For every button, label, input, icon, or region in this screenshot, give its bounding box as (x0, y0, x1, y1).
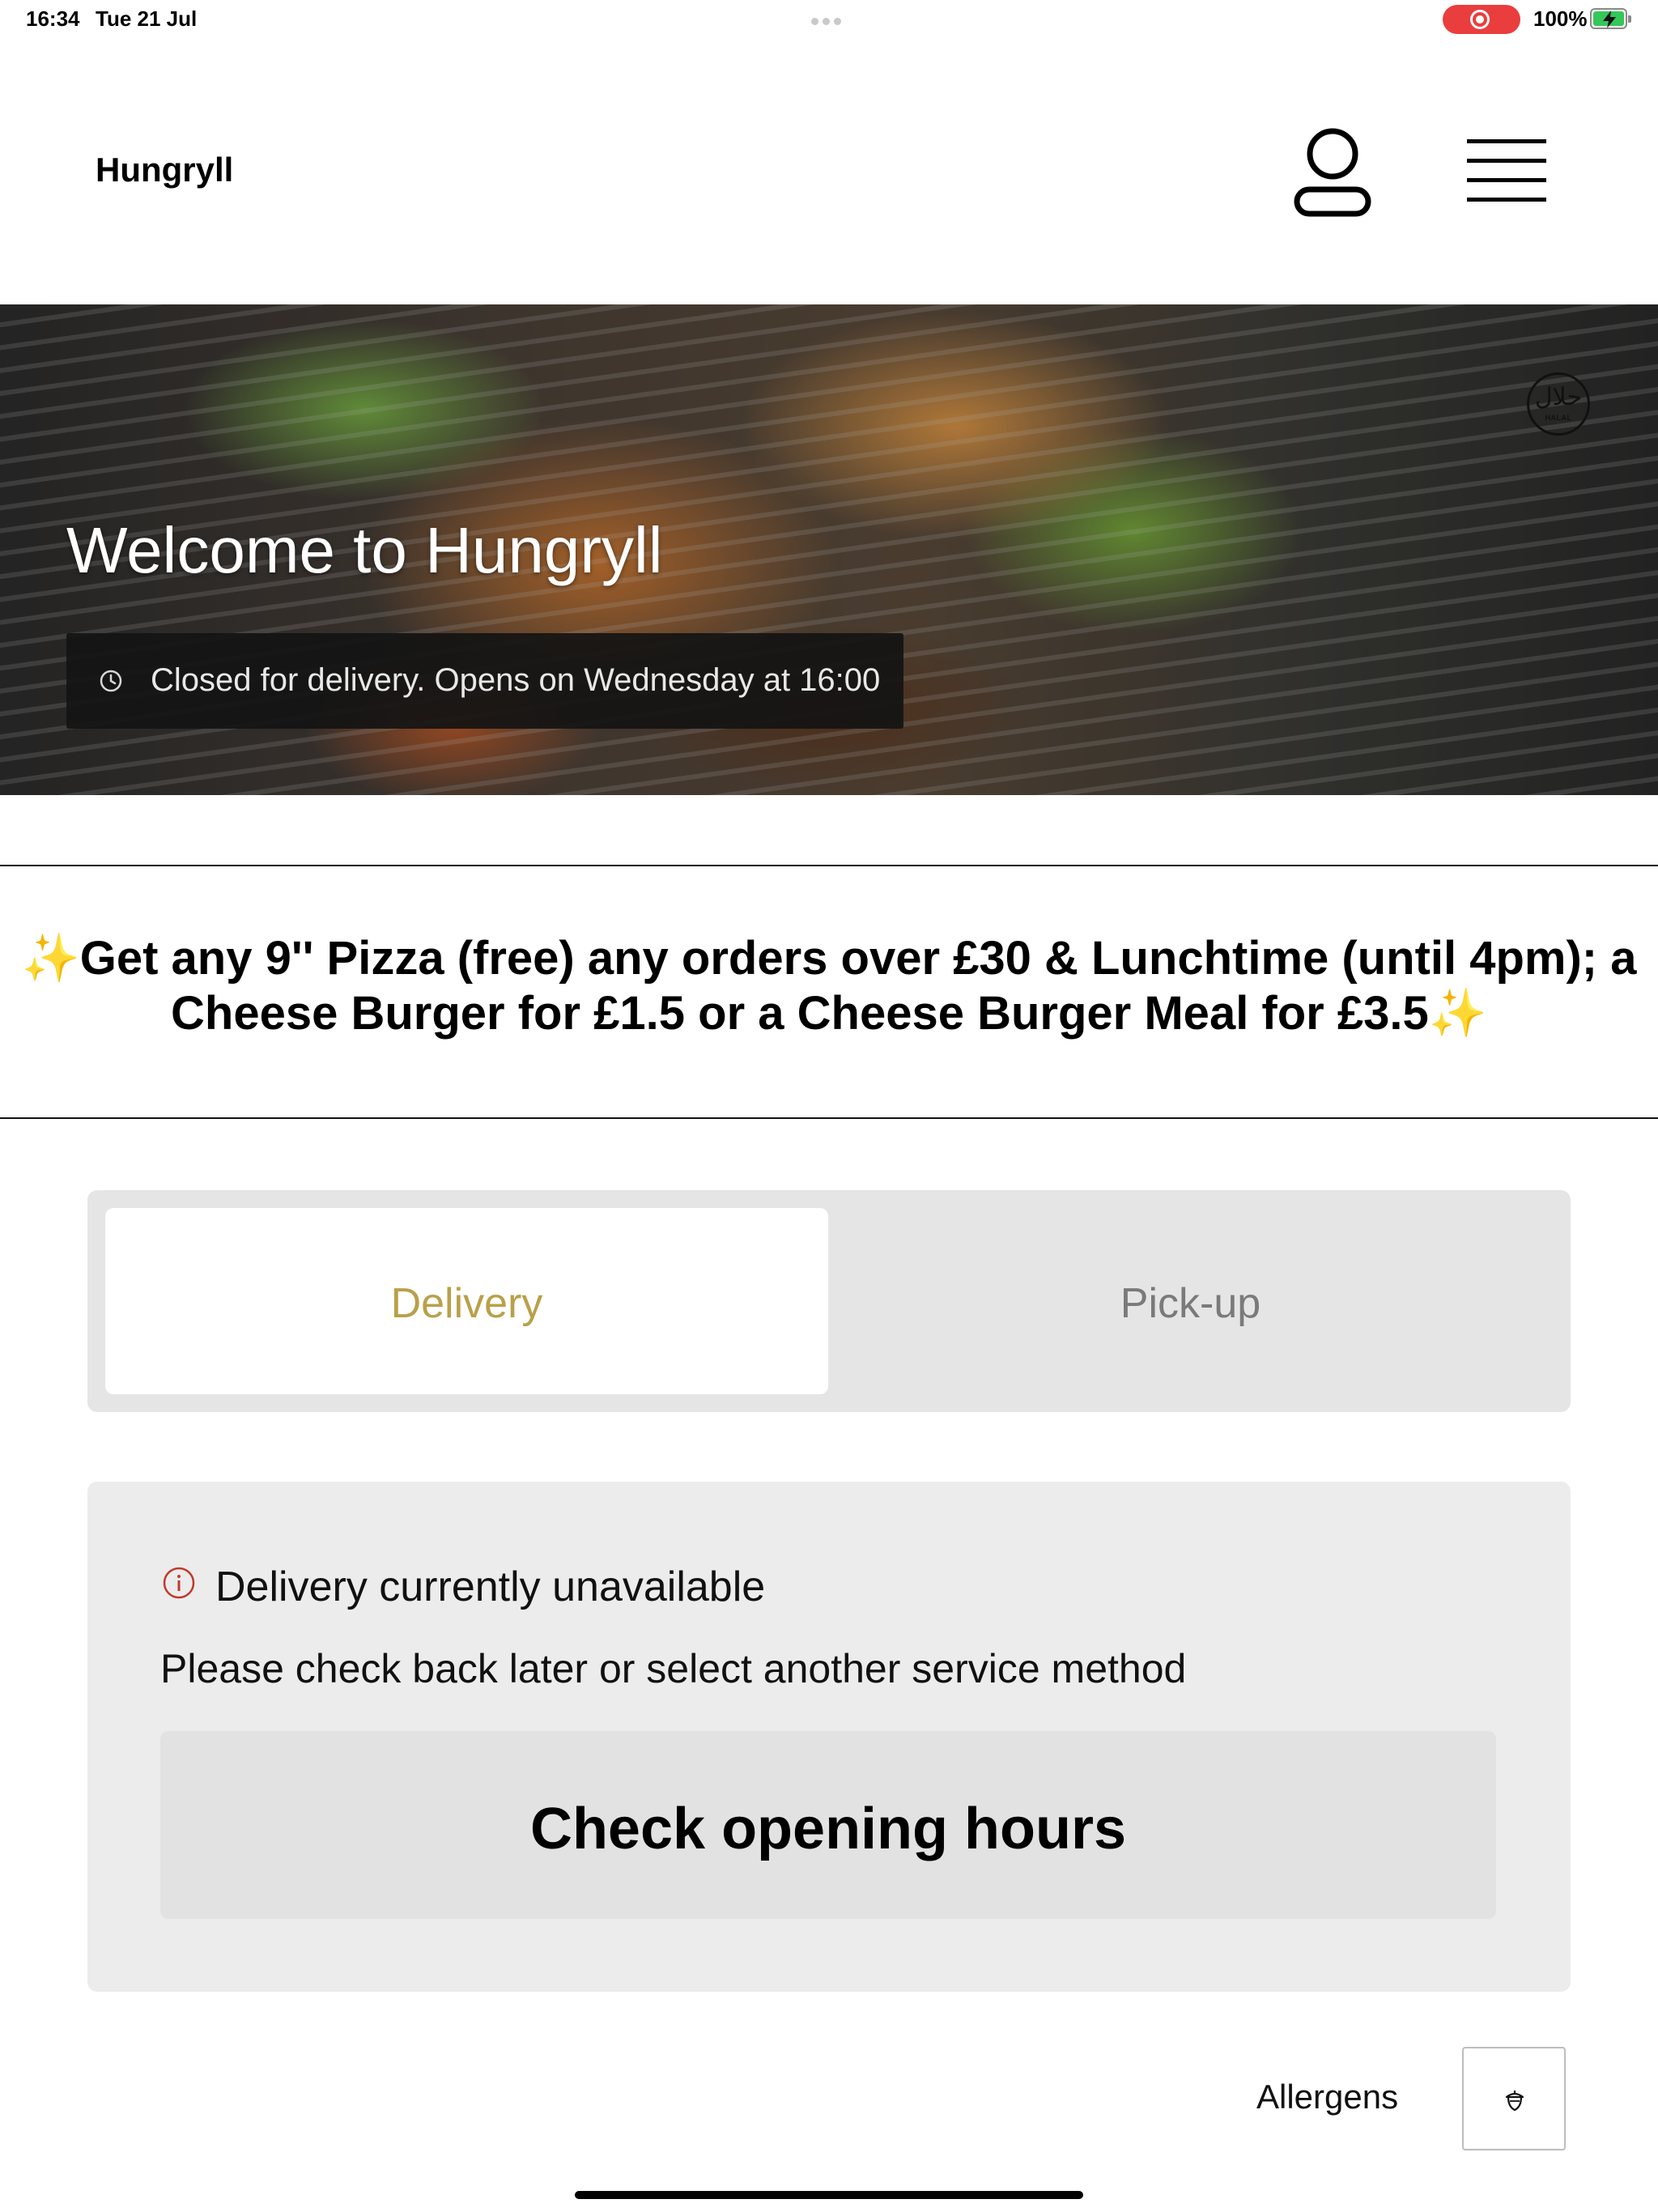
brand-name[interactable]: Hungryll (96, 151, 233, 189)
info-icon (163, 1567, 195, 1599)
halal-badge-icon: حلال HALAL (1527, 372, 1590, 436)
promo-banner: ✨Get any 9'' Pizza (free) any orders ove… (0, 931, 1658, 1041)
divider (0, 1117, 1658, 1119)
check-opening-hours-button[interactable]: Check opening hours (160, 1731, 1496, 1919)
tab-pickup[interactable]: Pick-up (828, 1208, 1553, 1394)
promo-line-1: ✨Get any 9'' Pizza (free) any orders ove… (21, 932, 1637, 985)
battery-percent: 100% (1533, 6, 1588, 31)
notice-message: Please check back later or select anothe… (160, 1646, 1187, 1691)
delivery-status-text: Closed for delivery. Opens on Wednesday … (151, 662, 881, 698)
status-bar: 16:34 Tue 21 Jul 100% (0, 0, 1658, 39)
person-icon (1294, 128, 1371, 217)
clock-icon (100, 670, 122, 692)
charging-bolt-icon (1603, 11, 1616, 28)
allergens-button[interactable] (1462, 2047, 1566, 2150)
divider (0, 865, 1658, 866)
tab-pickup-label: Pick-up (1120, 1280, 1261, 1327)
delivery-status-banner: Closed for delivery. Opens on Wednesday … (66, 633, 903, 729)
acorn-icon (1505, 2091, 1524, 2112)
hamburger-menu-icon (1467, 139, 1546, 202)
notice-heading: Delivery currently unavailable (215, 1563, 766, 1610)
service-method-tabs: Delivery Pick-up (87, 1190, 1571, 1412)
allergens-label: Allergens (1256, 2078, 1399, 2116)
delivery-unavailable-panel: Delivery currently unavailable Please ch… (87, 1482, 1571, 1992)
check-opening-hours-label: Check opening hours (529, 1797, 1127, 1861)
promo-line-2: Cheese Burger for £1.5 or a Cheese Burge… (171, 987, 1487, 1040)
tab-delivery[interactable]: Delivery (105, 1208, 828, 1394)
menu-button[interactable] (1464, 134, 1551, 207)
screen-recording-icon (1443, 5, 1520, 34)
welcome-title: Welcome to Hungryll (66, 514, 663, 586)
hero-banner: حلال HALAL Welcome to Hungryll Closed fo… (0, 304, 1658, 795)
status-date: Tue 21 Jul (96, 6, 198, 31)
tab-delivery-label: Delivery (390, 1280, 543, 1327)
account-button[interactable] (1292, 126, 1373, 217)
home-indicator[interactable] (575, 2191, 1083, 2199)
multitasking-dots-icon[interactable] (811, 15, 847, 25)
status-time: 16:34 (26, 6, 80, 31)
battery-icon (1590, 8, 1631, 29)
